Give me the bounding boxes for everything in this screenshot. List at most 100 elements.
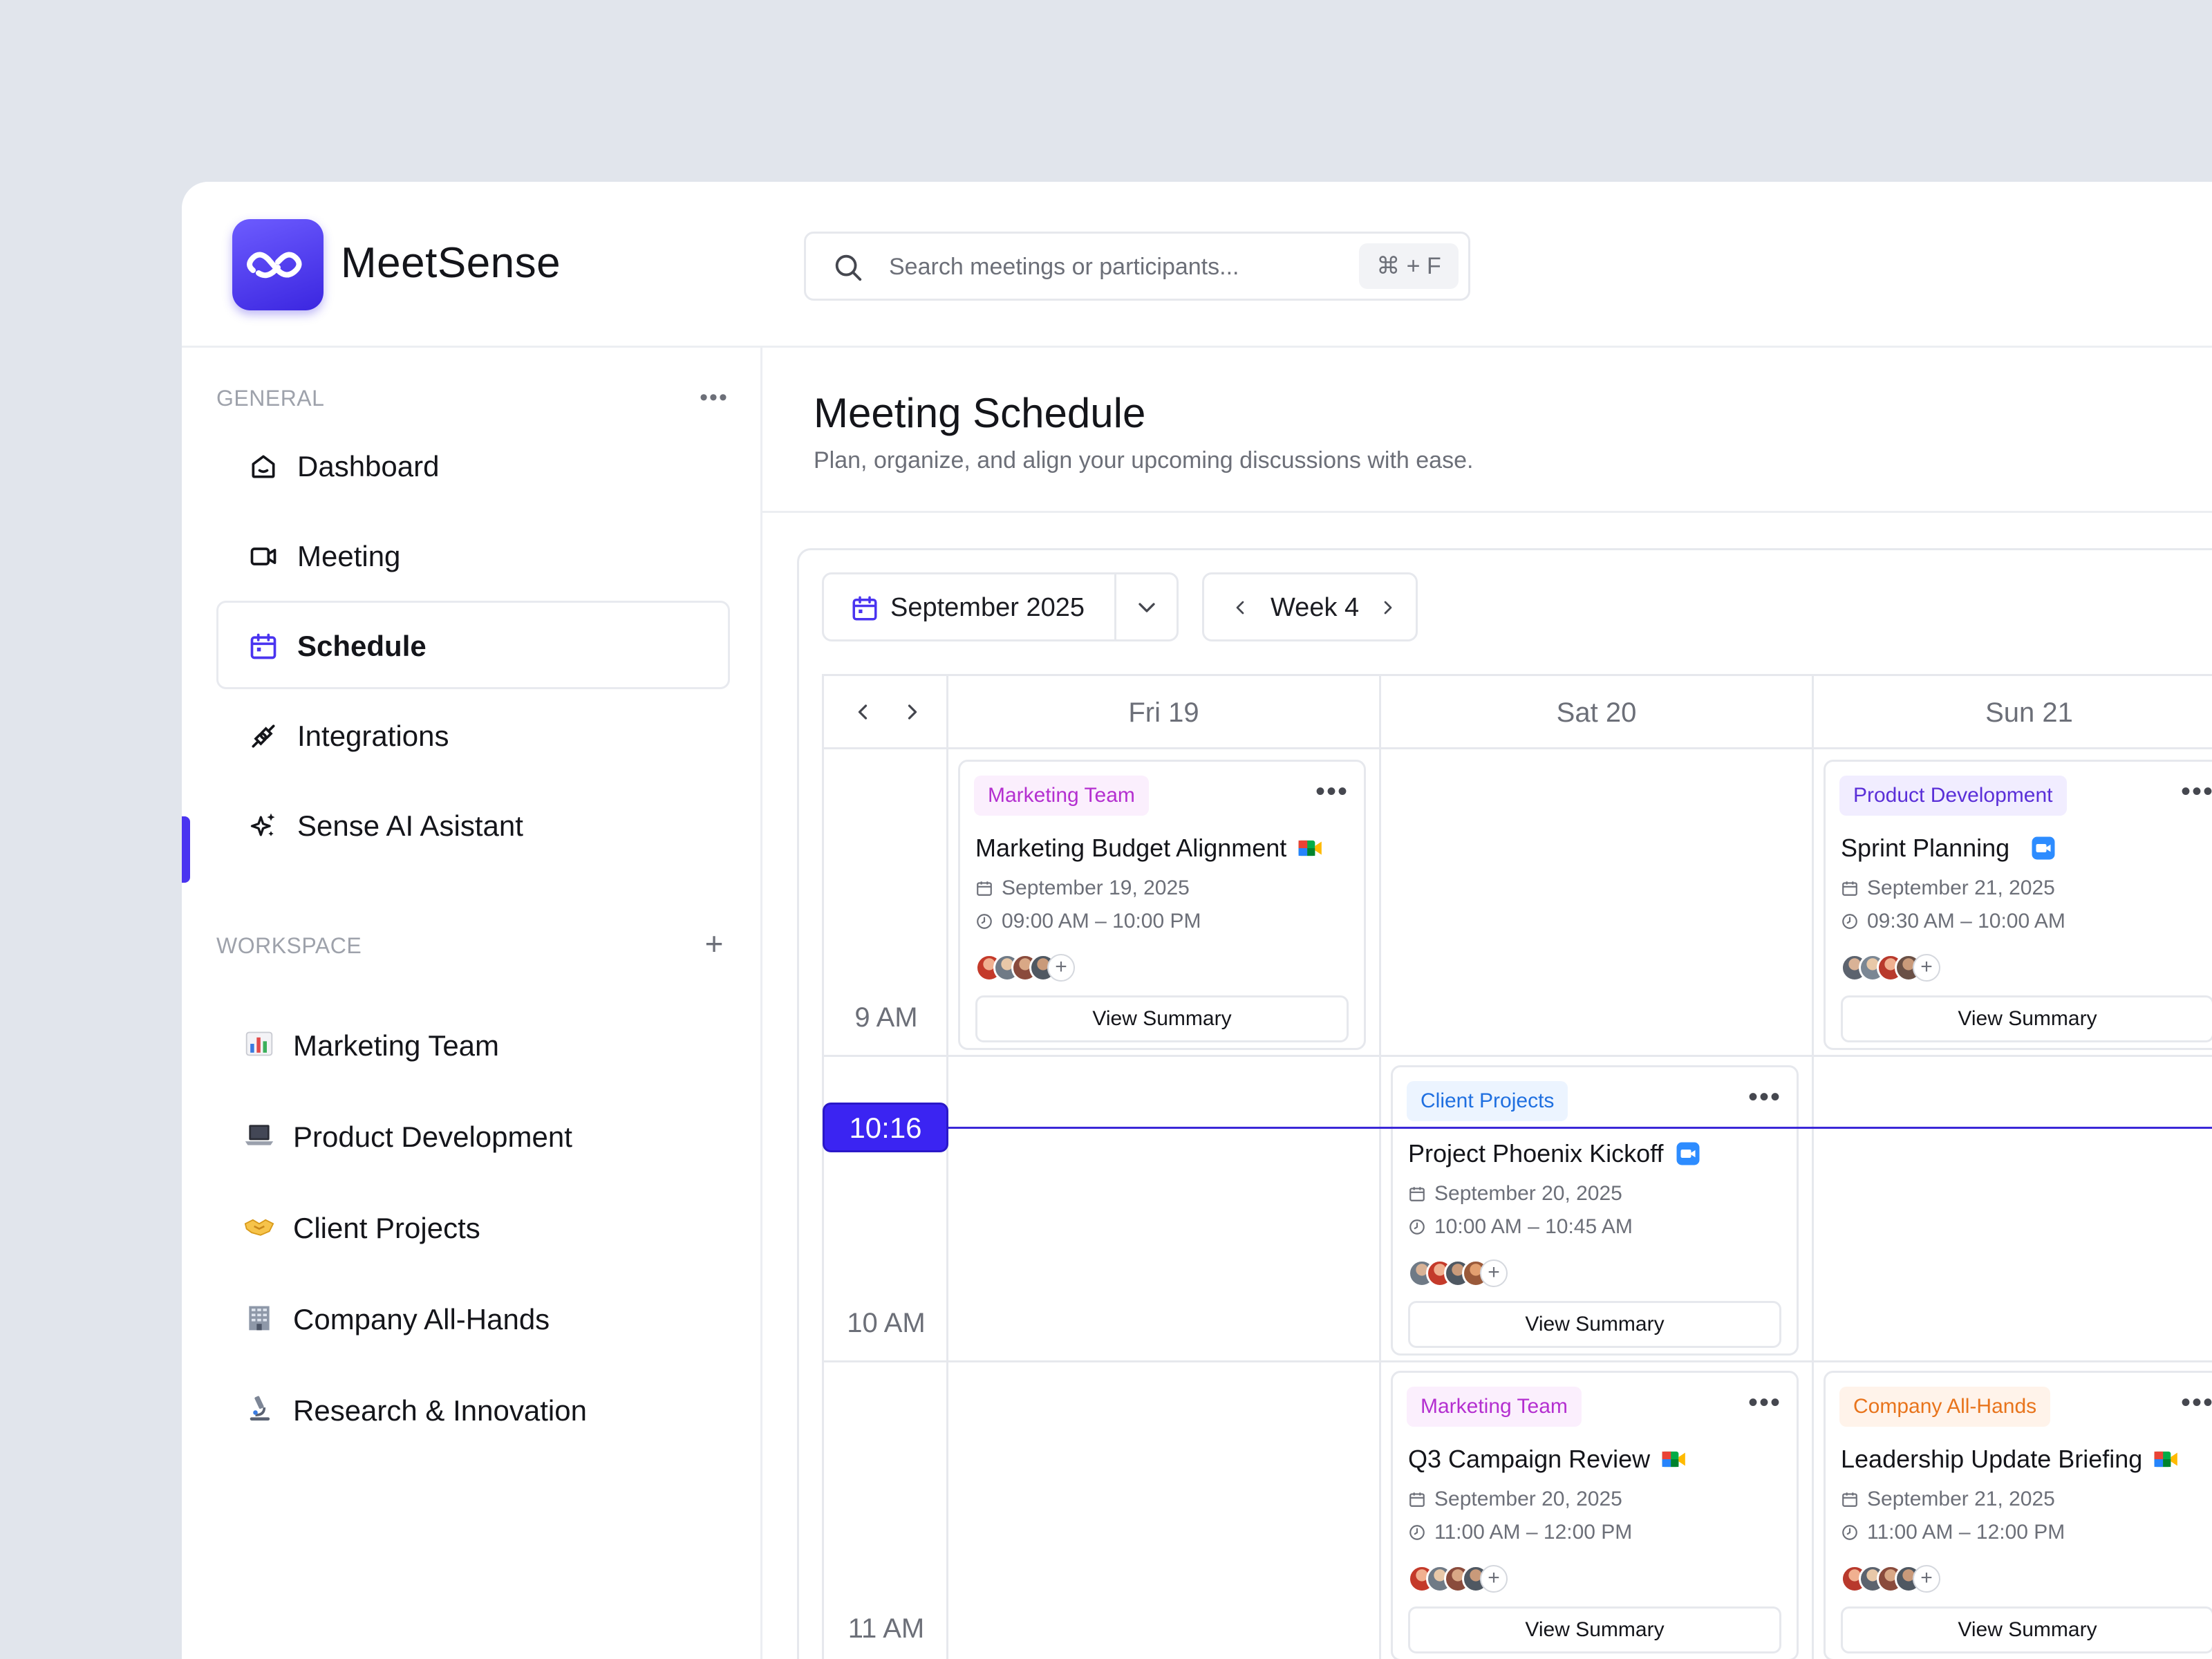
workspace-item-marketing-team[interactable]: Marketing Team	[216, 1006, 730, 1082]
divider	[1114, 574, 1116, 639]
event-date: September 20, 2025	[1408, 1182, 1622, 1206]
more-participants[interactable]: +	[1047, 954, 1075, 982]
more-options-icon[interactable]: •••	[1748, 1083, 1781, 1111]
handshake-emoji	[244, 1219, 274, 1236]
more-options-icon[interactable]: •••	[2181, 1389, 2212, 1416]
office-building-emoji	[249, 1306, 270, 1331]
chevron-right-icon[interactable]	[1377, 597, 1399, 619]
workspace-item-company-all-hands[interactable]: Company All-Hands	[216, 1280, 730, 1356]
clock-icon	[1842, 1525, 1857, 1540]
event-date-text: September 19, 2025	[1002, 877, 1190, 899]
event-title-text: Project Phoenix Kickoff	[1408, 1139, 1664, 1168]
more-options-icon[interactable]: •••	[1315, 778, 1349, 805]
event-title: Sprint Planning	[1841, 834, 2056, 863]
sidebar-item-dashboard[interactable]: Dashboard	[216, 421, 730, 509]
workspace-item-client-projects[interactable]: Client Projects	[216, 1188, 730, 1264]
calendar-icon	[852, 596, 877, 621]
chevron-right-icon[interactable]	[900, 700, 925, 724]
sidebar: GENERAL ••• Dashboard Meeting Schedule I…	[182, 348, 762, 1659]
view-summary-button[interactable]: View Summary	[1408, 1606, 1781, 1653]
event-date-text: September 20, 2025	[1434, 1488, 1622, 1510]
more-participants[interactable]: +	[1913, 1565, 1940, 1593]
sidebar-item-label: Integrations	[297, 720, 449, 752]
view-summary-button[interactable]: View Summary	[975, 995, 1349, 1042]
infinity-logo-icon	[232, 219, 324, 310]
event-title: Project Phoenix Kickoff	[1408, 1139, 1701, 1168]
sidebar-item-label: Sense AI Asistant	[297, 809, 523, 842]
main-content: Meeting Schedule Plan, organize, and ali…	[762, 348, 2212, 1659]
event-time: 11:00 AM – 12:00 PM	[1408, 1521, 1632, 1544]
laptop-emoji	[245, 1125, 274, 1145]
view-summary-button[interactable]: View Summary	[1408, 1301, 1781, 1348]
sidebar-item-sense-ai[interactable]: Sense AI Asistant	[216, 780, 730, 869]
event-tag[interactable]: Marketing Team	[1407, 1387, 1582, 1427]
event-time-text: 09:00 AM – 10:00 PM	[1002, 910, 1201, 932]
google-meet-icon	[1298, 840, 1322, 856]
workspace-label: Client Projects	[293, 1212, 480, 1244]
sidebar-item-integrations[interactable]: Integrations	[216, 691, 730, 779]
add-workspace-button[interactable]: +	[693, 928, 735, 959]
grid-line	[824, 1360, 2212, 1362]
active-indicator	[182, 816, 190, 883]
time-label-10am: 10 AM	[847, 1308, 926, 1338]
event-tag[interactable]: Marketing Team	[974, 776, 1149, 816]
event-time: 10:00 AM – 10:45 AM	[1408, 1215, 1633, 1239]
sparkles-icon	[250, 813, 275, 836]
event-card-marketing-budget-alignment[interactable]: Marketing Team ••• Marketing Budget Alig…	[958, 760, 1366, 1050]
calendar-icon	[1409, 1492, 1425, 1507]
event-card-project-phoenix-kickoff[interactable]: Client Projects ••• Project Phoenix Kick…	[1391, 1065, 1799, 1356]
grid-line	[1812, 749, 1814, 1659]
event-card-q3-campaign-review[interactable]: Marketing Team ••• Q3 Campaign Review Se…	[1391, 1371, 1799, 1659]
sidebar-item-label: Schedule	[297, 630, 427, 662]
event-card-leadership-update-briefing[interactable]: Company All-Hands ••• Leadership Update …	[1824, 1371, 2212, 1659]
month-value: September 2025	[890, 593, 1085, 622]
current-time-line	[948, 1127, 2212, 1129]
more-participants[interactable]: +	[1480, 1565, 1508, 1593]
event-title-text: Sprint Planning	[1841, 834, 2010, 862]
event-title-text: Q3 Campaign Review	[1408, 1445, 1651, 1473]
event-tag[interactable]: Company All-Hands	[1839, 1387, 2051, 1427]
more-options-icon[interactable]: •••	[1748, 1389, 1781, 1416]
calendar-icon	[1842, 1492, 1857, 1507]
page-subtitle: Plan, organize, and align your upcoming …	[814, 447, 1474, 474]
event-date: September 20, 2025	[1408, 1488, 1622, 1511]
event-card-sprint-planning[interactable]: Product Development ••• Sprint Planning …	[1824, 760, 2212, 1050]
event-date: September 19, 2025	[975, 877, 1190, 900]
calendar-icon	[1409, 1187, 1425, 1201]
day-header-fri[interactable]: Fri 19	[948, 676, 1381, 749]
grid-line	[824, 1055, 2212, 1057]
day-header-sun[interactable]: Sun 21	[1814, 676, 2212, 749]
event-date-text: September 21, 2025	[1867, 1488, 2055, 1510]
sidebar-item-meeting[interactable]: Meeting	[216, 511, 730, 599]
workspace-item-research-innovation[interactable]: Research & Innovation	[216, 1371, 730, 1447]
search-shortcut-badge: ⌘ + F	[1359, 243, 1459, 289]
month-selector[interactable]: September 2025	[822, 572, 1179, 641]
day-nav	[824, 676, 948, 749]
workspace-label: Company All-Hands	[293, 1303, 550, 1335]
event-time-text: 10:00 AM – 10:45 AM	[1434, 1215, 1633, 1238]
chevron-left-icon[interactable]	[850, 700, 875, 724]
calendar-card: September 2025 Week 4 Fri 19 Sat 20 Sun …	[797, 548, 2212, 1659]
calendar-icon	[977, 881, 992, 896]
grid-line	[1379, 749, 1381, 1659]
general-section-label: GENERAL	[216, 386, 325, 411]
search-input[interactable]: Search meetings or participants... ⌘ + F	[804, 232, 1470, 301]
view-summary-button[interactable]: View Summary	[1841, 1606, 2212, 1653]
event-tag[interactable]: Product Development	[1839, 776, 2067, 816]
workspace-item-product-development[interactable]: Product Development	[216, 1097, 730, 1173]
event-title-text: Leadership Update Briefing	[1841, 1445, 2143, 1473]
day-header-sat[interactable]: Sat 20	[1381, 676, 1814, 749]
event-time-text: 11:00 AM – 12:00 PM	[1867, 1521, 2065, 1544]
time-label-11am: 11 AM	[847, 1613, 925, 1644]
more-participants[interactable]: +	[1913, 954, 1940, 982]
event-title-text: Marketing Budget Alignment	[975, 834, 1287, 862]
chevron-down-icon[interactable]	[1133, 594, 1161, 621]
sidebar-item-schedule[interactable]: Schedule	[216, 601, 730, 689]
general-more-button[interactable]: •••	[693, 384, 735, 411]
more-options-icon[interactable]: •••	[2181, 778, 2212, 805]
chevron-left-icon[interactable]	[1229, 597, 1251, 619]
event-tag[interactable]: Client Projects	[1407, 1081, 1568, 1121]
more-participants[interactable]: +	[1480, 1259, 1508, 1287]
bar-chart-emoji	[245, 1031, 273, 1056]
view-summary-button[interactable]: View Summary	[1841, 995, 2212, 1042]
